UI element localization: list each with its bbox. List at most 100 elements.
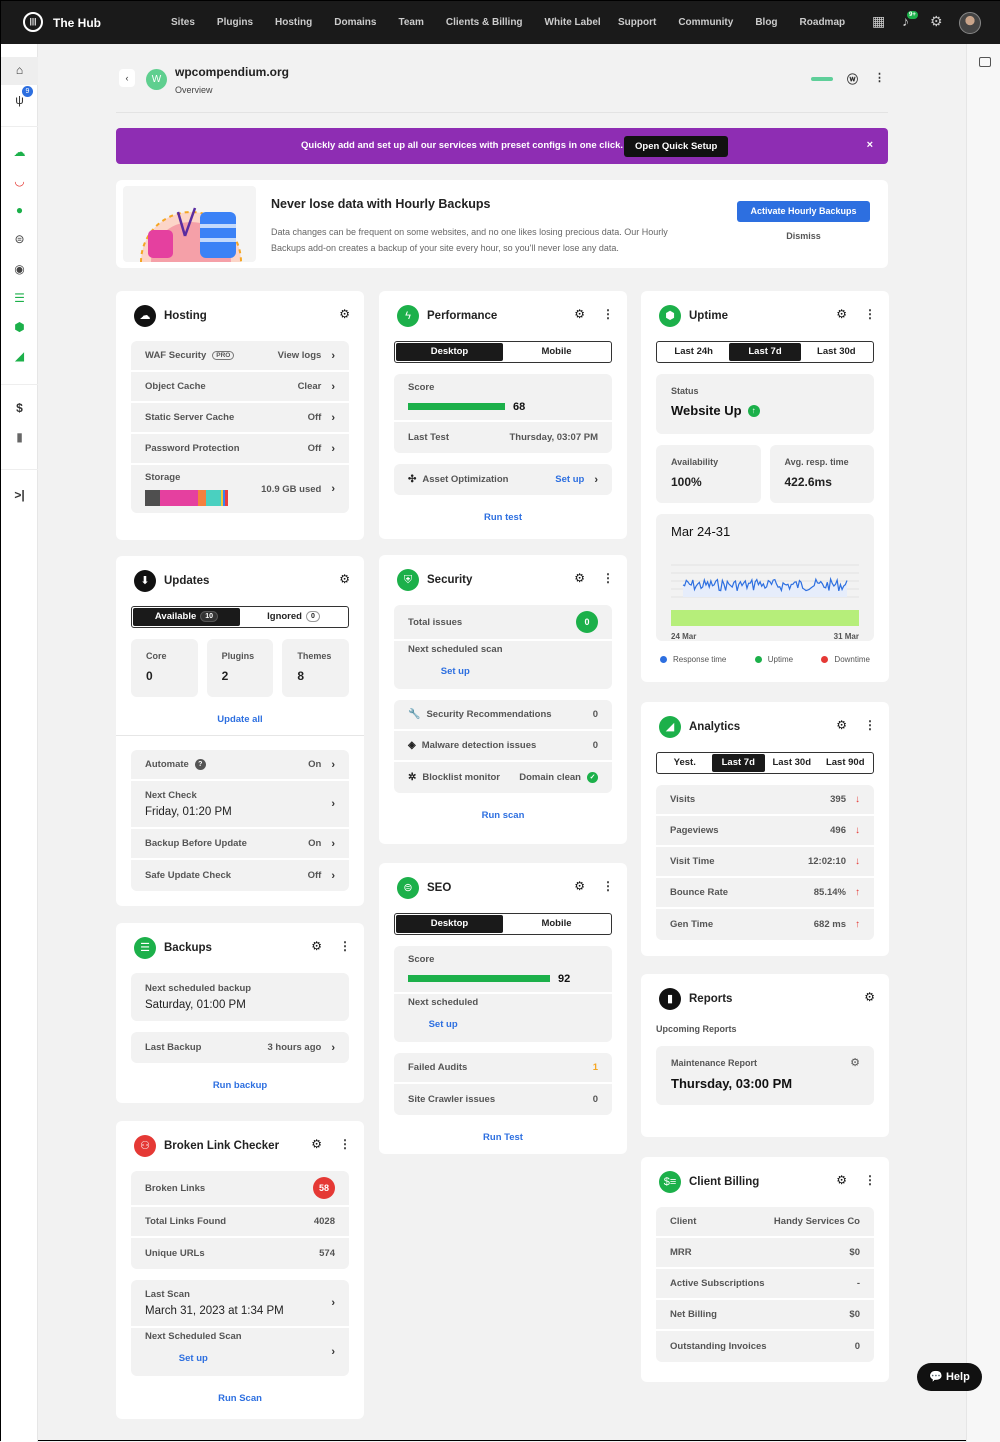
tab-available[interactable]: Available 10 (133, 608, 240, 626)
tab-mobile[interactable]: Mobile (503, 915, 610, 933)
gear-icon[interactable]: ⚙ (836, 307, 847, 321)
run-test-link[interactable]: Run Test (394, 1126, 612, 1153)
nav-item[interactable]: Clients & Billing (446, 17, 523, 28)
chevron-right-icon[interactable]: › (331, 1346, 335, 1358)
back-button[interactable]: ‹ (119, 69, 135, 87)
analytics-icon[interactable]: ◢ (1, 349, 38, 363)
seo-icon[interactable]: ⊜ (1, 232, 38, 246)
nav-item[interactable]: Hosting (275, 17, 312, 28)
chevron-right-icon[interactable]: › (331, 1042, 335, 1054)
tab-ignored[interactable]: Ignored 0 (240, 608, 347, 626)
run-backup-link[interactable]: Run backup (131, 1074, 349, 1101)
row-safe-update-check[interactable]: Safe Update Check Off › (131, 860, 349, 891)
more-options-icon[interactable]: ⋮ (864, 718, 876, 732)
chevron-right-icon[interactable]: › (331, 443, 335, 455)
dismiss-button[interactable]: Dismiss (737, 231, 870, 241)
gear-icon[interactable]: ⚙ (850, 1056, 860, 1069)
expand-sidebar-icon[interactable]: >| (1, 488, 38, 502)
reports-icon[interactable]: ▮ (1, 430, 38, 444)
activate-hourly-backups-button[interactable]: Activate Hourly Backups (737, 201, 870, 222)
chevron-right-icon[interactable]: › (331, 838, 335, 850)
open-quick-setup-button[interactable]: Open Quick Setup (624, 136, 729, 157)
gear-icon[interactable]: ⚙ (836, 718, 847, 732)
stat-tile[interactable]: Plugins 2 (206, 639, 274, 697)
hosting-cloud-icon[interactable]: ☁ (1, 145, 38, 159)
more-options-icon[interactable]: ⋮ (602, 879, 614, 893)
gear-icon[interactable]: ⚙ (339, 572, 350, 586)
tab-mobile[interactable]: Mobile (503, 343, 610, 361)
gift-icon[interactable]: ▦ (872, 13, 885, 30)
dollar-icon[interactable]: $ (1, 401, 38, 415)
help-icon[interactable]: ? (194, 759, 206, 770)
chevron-right-icon[interactable]: › (331, 1297, 335, 1309)
hub-logo-icon[interactable]: ||| (23, 12, 43, 32)
nav-item[interactable]: Blog (755, 17, 777, 28)
tab-last-7d[interactable]: Last 7d (729, 343, 801, 361)
row-next-scheduled-scan[interactable]: Next Scheduled Scan Set up › (131, 1328, 349, 1376)
chevron-right-icon[interactable]: › (331, 350, 335, 362)
nav-item[interactable]: Community (678, 17, 733, 28)
more-options-icon[interactable]: ⋮ (339, 1137, 351, 1151)
more-options-icon[interactable]: ⋮ (874, 71, 885, 84)
defender-icon[interactable]: ◡ (1, 174, 38, 188)
more-options-icon[interactable]: ⋮ (339, 939, 351, 953)
chevron-right-icon[interactable]: › (331, 798, 335, 810)
chevron-right-icon[interactable]: › (594, 474, 598, 486)
wordpress-icon[interactable]: ⓦ (847, 71, 858, 87)
home-icon[interactable]: ⌂ (1, 63, 38, 77)
help-button[interactable]: 💬 Help (917, 1363, 982, 1391)
run-scan-link[interactable]: Run Scan (131, 1387, 349, 1414)
gear-icon[interactable]: ⚙ (311, 1137, 322, 1151)
setup-link[interactable]: Set up (408, 1013, 478, 1040)
close-icon[interactable]: × (867, 139, 873, 151)
plug-icon[interactable]: ψ (1, 93, 38, 107)
nav-item[interactable]: Domains (334, 17, 376, 28)
tab-last-30d[interactable]: Last 30d (801, 343, 872, 361)
nav-item[interactable]: Support (618, 17, 656, 28)
row-password-protection[interactable]: Password Protection Off › (131, 434, 349, 465)
tab-last-7d[interactable]: Last 7d (711, 754, 765, 772)
row-waf-security[interactable]: WAF Security PRO View logs › (131, 341, 349, 372)
tab-last-24h[interactable]: Last 24h (658, 343, 729, 361)
stat-tile[interactable]: Core 0 (131, 639, 198, 697)
tab-last-90d[interactable]: Last 90d (819, 754, 873, 772)
row-automate[interactable]: Automate? On › (131, 750, 349, 781)
chevron-right-icon[interactable]: › (331, 870, 335, 882)
nav-item[interactable]: Plugins (217, 17, 253, 28)
more-options-icon[interactable]: ⋮ (602, 307, 614, 321)
performance-icon[interactable]: ● (1, 203, 38, 217)
gear-icon[interactable]: ⚙ (574, 571, 585, 585)
stat-tile[interactable]: Availability 100% (656, 445, 761, 503)
row-value[interactable]: Set up (555, 474, 584, 485)
gear-icon[interactable]: ⚙ (311, 939, 322, 953)
more-options-icon[interactable]: ⋮ (864, 307, 876, 321)
chevron-right-icon[interactable]: › (331, 759, 335, 771)
chevron-right-icon[interactable]: › (331, 381, 335, 393)
nav-item[interactable]: White Label (545, 17, 601, 28)
row-object-cache[interactable]: Object Cache Clear › (131, 372, 349, 403)
user-avatar[interactable] (959, 12, 981, 34)
gear-icon[interactable]: ⚙ (339, 307, 350, 321)
gear-icon[interactable]: ⚙ (864, 990, 875, 1004)
update-all-link[interactable]: Update all (131, 708, 349, 735)
settings-gear-icon[interactable]: ⚙ (930, 13, 943, 30)
row-last-scan[interactable]: Last Scan March 31, 2023 at 1:34 PM › (131, 1280, 349, 1328)
setup-link[interactable]: Set up (408, 660, 503, 687)
more-options-icon[interactable]: ⋮ (602, 571, 614, 585)
tab-desktop[interactable]: Desktop (396, 915, 503, 933)
more-options-icon[interactable]: ⋮ (864, 1173, 876, 1187)
nav-item[interactable]: Sites (171, 17, 195, 28)
globe-icon[interactable]: ◉ (1, 262, 38, 276)
panel-toggle-icon[interactable] (979, 57, 991, 67)
chevron-right-icon[interactable]: › (331, 412, 335, 424)
run-scan-link[interactable]: Run scan (394, 804, 612, 831)
chevron-right-icon[interactable]: › (331, 483, 335, 495)
row-last-backup[interactable]: Last Backup 3 hours ago › (131, 1032, 349, 1063)
row-backup-before-update[interactable]: Backup Before Update On › (131, 829, 349, 860)
row-static-server-cache[interactable]: Static Server Cache Off › (131, 403, 349, 434)
nav-item[interactable]: Roadmap (800, 17, 846, 28)
run-test-link[interactable]: Run test (394, 506, 612, 533)
row-storage[interactable]: Storage 10.9 GB used › (131, 465, 349, 513)
backups-icon[interactable]: ☰ (1, 291, 38, 305)
nav-item[interactable]: Team (398, 17, 423, 28)
